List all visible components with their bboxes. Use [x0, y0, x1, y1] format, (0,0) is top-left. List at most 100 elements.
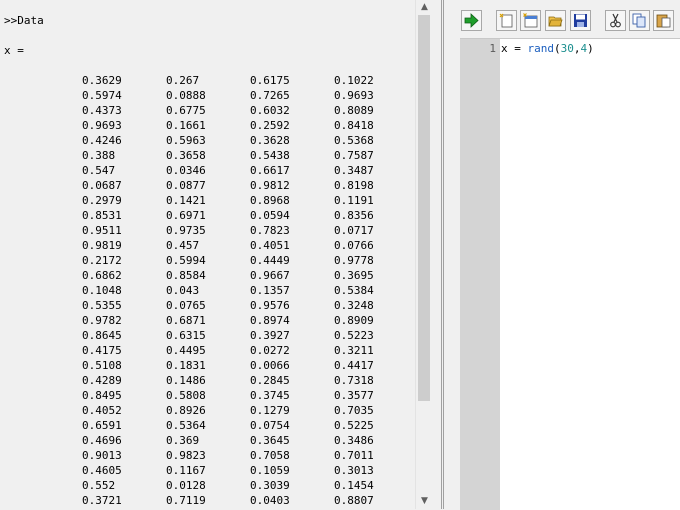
matrix-cell: 0.7823 — [250, 224, 290, 237]
matrix-cell: 0.2979 — [82, 194, 122, 207]
code-paren-open: ( — [554, 42, 561, 55]
matrix-cell: 0.6971 — [166, 209, 206, 222]
matrix-cell: 0.1022 — [334, 74, 374, 87]
matrix-row: 0.2172 0.5994 0.4449 0.9778 — [0, 253, 415, 268]
open-folder-icon — [548, 16, 563, 27]
code-arg-rows: 30 — [560, 42, 574, 55]
matrix-row: 0.8645 0.6315 0.3927 0.5223 — [0, 328, 415, 343]
matrix-row: 0.4052 0.8926 0.1279 0.7035 — [0, 403, 415, 418]
matrix-cell: 0.9782 — [82, 314, 122, 327]
matrix-cell: 0.6862 — [82, 269, 122, 282]
splitter-grip-line — [441, 0, 442, 509]
matrix-cell: 0.6032 — [250, 104, 290, 117]
copy-button[interactable] — [629, 10, 650, 31]
matrix-cell: 0.5368 — [334, 134, 374, 147]
matrix-cell: 0.8807 — [334, 494, 374, 507]
matrix-cell: 0.6591 — [82, 419, 122, 432]
code-line[interactable]: x = rand(30,4) — [501, 42, 594, 55]
matrix-cell: 0.1048 — [82, 284, 122, 297]
matrix-cell: 0.8356 — [334, 209, 374, 222]
scroll-down-arrow[interactable]: ▼ — [416, 494, 433, 508]
console-scrollbar[interactable]: ▲ ▼ — [415, 0, 433, 509]
matrix-row: 0.547 0.0346 0.6617 0.3487 — [0, 163, 415, 178]
matrix-cell: 0.1421 — [166, 194, 206, 207]
matrix-cell: 0.1831 — [166, 359, 206, 372]
matrix-row: 0.4289 0.1486 0.2845 0.7318 — [0, 373, 415, 388]
matrix-cell: 0.5808 — [166, 389, 206, 402]
matrix-cell: 0.1167 — [166, 464, 206, 477]
matrix-cell: 0.5963 — [166, 134, 206, 147]
matrix-row: 0.1048 0.043 0.1357 0.5384 — [0, 283, 415, 298]
matrix-cell: 0.5108 — [82, 359, 122, 372]
matrix-cell: 0.0687 — [82, 179, 122, 192]
matrix-cell: 0.4373 — [82, 104, 122, 117]
code-comma: , — [573, 42, 581, 55]
console-pane[interactable]: >>Data x = 0.3629 0.267 0.6175 0.1022 0.5974… — [0, 0, 415, 509]
matrix-row: 0.9013 0.9823 0.7058 0.7011 — [0, 448, 415, 463]
matrix-cell: 0.0765 — [166, 299, 206, 312]
matrix-cell: 0.8974 — [250, 314, 290, 327]
matrix-cell: 0.4175 — [82, 344, 122, 357]
matrix-cell: 0.3695 — [334, 269, 374, 282]
matrix-cell: 0.9735 — [166, 224, 206, 237]
matrix-cell: 0.9819 — [82, 239, 122, 252]
save-disk-icon — [574, 14, 587, 27]
code-operator: = — [507, 42, 528, 55]
run-button[interactable] — [461, 10, 482, 31]
matrix-cell: 0.8089 — [334, 104, 374, 117]
paste-button[interactable] — [653, 10, 674, 31]
matrix-row: 0.5355 0.0765 0.9576 0.3248 — [0, 298, 415, 313]
matrix-cell: 0.5225 — [334, 419, 374, 432]
matrix-cell: 0.3645 — [250, 434, 290, 447]
matrix-row: 0.9819 0.457 0.4051 0.0766 — [0, 238, 415, 253]
matrix-cell: 0.7587 — [334, 149, 374, 162]
matrix-row: 0.3721 0.7119 0.0403 0.8807 — [0, 493, 415, 508]
code-editor[interactable]: 1 x = rand(30,4) — [460, 38, 680, 510]
matrix-cell: 0.0594 — [250, 209, 290, 222]
matrix-cell: 0.3658 — [166, 149, 206, 162]
matrix-row: 0.8531 0.6971 0.0594 0.8356 — [0, 208, 415, 223]
matrix-cell: 0.9667 — [250, 269, 290, 282]
matrix-cell: 0.4696 — [82, 434, 122, 447]
save-button[interactable] — [570, 10, 591, 31]
code-function: rand — [527, 42, 555, 55]
matrix-cell: 0.3487 — [334, 164, 374, 177]
matrix-cell: 0.5223 — [334, 329, 374, 342]
matrix-cell: 0.8926 — [166, 404, 206, 417]
matrix-cell: 0.4449 — [250, 254, 290, 267]
matrix-cell: 0.5994 — [166, 254, 206, 267]
cut-button[interactable] — [605, 10, 626, 31]
new-window-icon — [523, 13, 538, 28]
matrix-cell: 0.3577 — [334, 389, 374, 402]
matrix-cell: 0.5355 — [82, 299, 122, 312]
new-window-button[interactable] — [520, 10, 541, 31]
new-file-button[interactable] — [496, 10, 517, 31]
matrix-cell: 0.0272 — [250, 344, 290, 357]
matrix-cell: 0.1191 — [334, 194, 374, 207]
matrix-cell: 0.6617 — [250, 164, 290, 177]
matrix-cell: 0.1486 — [166, 374, 206, 387]
matrix-row: 0.9693 0.1661 0.2592 0.8418 — [0, 118, 415, 133]
matrix-row: 0.552 0.0128 0.3039 0.1454 — [0, 478, 415, 493]
matrix-cell: 0.4052 — [82, 404, 122, 417]
matrix-cell: 0.7265 — [250, 89, 290, 102]
matrix-cell: 0.369 — [166, 434, 200, 447]
matrix-cell: 0.043 — [166, 284, 200, 297]
matrix-row: 0.4373 0.6775 0.6032 0.8089 — [0, 103, 415, 118]
matrix-row: 0.0687 0.0877 0.9812 0.8198 — [0, 178, 415, 193]
matrix-cell: 0.1059 — [250, 464, 290, 477]
matrix-cell: 0.2172 — [82, 254, 122, 267]
matrix-row: 0.5108 0.1831 0.0066 0.4417 — [0, 358, 415, 373]
matrix-row: 0.4175 0.4495 0.0272 0.3211 — [0, 343, 415, 358]
matrix-cell: 0.552 — [82, 479, 116, 492]
matrix-cell: 0.0717 — [334, 224, 374, 237]
pane-splitter[interactable] — [433, 0, 451, 509]
open-button[interactable] — [545, 10, 566, 31]
scroll-up-arrow[interactable]: ▲ — [416, 0, 433, 14]
matrix-cell: 0.4495 — [166, 344, 206, 357]
matrix-row: 0.4696 0.369 0.3645 0.3486 — [0, 433, 415, 448]
matrix-cell: 0.8909 — [334, 314, 374, 327]
scroll-thumb[interactable] — [418, 15, 430, 401]
matrix-cell: 0.5364 — [166, 419, 206, 432]
matrix-cell: 0.4605 — [82, 464, 122, 477]
